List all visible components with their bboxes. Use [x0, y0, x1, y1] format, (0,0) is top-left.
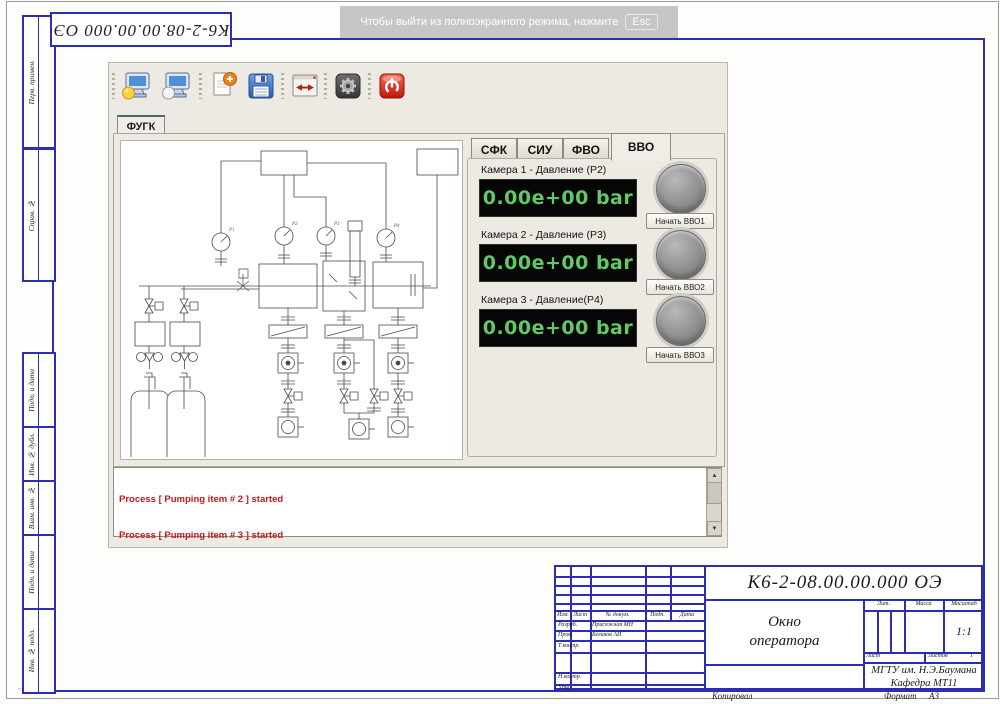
fullscreen-notice: Чтобы выйти из полноэкранного режима, на…: [340, 6, 678, 38]
tb-scale-label: Масштаб: [943, 601, 985, 607]
toolbar-gripper[interactable]: [112, 73, 115, 99]
margin-label: Взам. инв. №: [27, 486, 36, 529]
channel-3-round-button[interactable]: [656, 296, 706, 346]
start-vvo1-button[interactable]: Начать ВВО1: [646, 213, 714, 229]
top-designation-stamp: К6-2-08.00.00.000 ОЭ: [50, 12, 232, 47]
margin-box-inv-podl: Инв. № подл.: [22, 608, 56, 694]
toolbar-gripper[interactable]: [324, 73, 327, 99]
tab-siu-label: СИУ: [528, 143, 553, 157]
process-diagram: Р1 Р2 Р3 Р4: [121, 141, 460, 457]
start-vvo2-button[interactable]: Начать ВВО2: [646, 279, 714, 295]
tb-header-data: Дата: [670, 612, 704, 618]
tab-vvo[interactable]: ВВО: [611, 133, 671, 161]
tab-fugk-label: ФУГК: [127, 121, 156, 133]
tb-row-tkontr: Т.контр.: [558, 643, 580, 649]
scroll-thumb[interactable]: [707, 482, 722, 504]
tb-name-razrab: Присяжная МН: [592, 622, 633, 628]
gauge-label-p2: Р2: [291, 222, 298, 227]
kopiroval-label: Копировал: [712, 691, 752, 701]
tb-listov-label: Листов: [928, 653, 948, 659]
margin-box-inv-dubl: Инв. № дубл.: [22, 426, 56, 482]
new-document-icon[interactable]: [206, 69, 240, 103]
drawing-sheet: Чтобы выйти из полноэкранного режима, на…: [0, 0, 1000, 704]
tb-listov-value: 1: [970, 653, 973, 659]
margin-box-podp-data-2: Подп. и дата: [22, 534, 56, 610]
toolbar-gripper[interactable]: [199, 73, 202, 99]
format-label: Формат: [884, 691, 917, 701]
channel-2-round-button[interactable]: [656, 230, 706, 280]
save-icon[interactable]: [244, 69, 278, 103]
margin-label: Справ. №: [27, 199, 36, 231]
tb-doc-title-line2: оператора: [750, 632, 820, 651]
margin-box-podp-data-1: Подп. и дата: [22, 352, 56, 428]
tb-list-label: Лист: [866, 653, 880, 659]
tb-organization: МГТУ им. Н.Э.Баумана Кафедра МТ11: [863, 662, 985, 692]
scroll-up-button[interactable]: ▲: [707, 468, 722, 483]
tab-sfk-label: СФК: [481, 143, 507, 157]
tb-row-nkontr: Н.контр.: [558, 674, 581, 680]
tb-header-podp: Подп.: [645, 612, 670, 618]
tab-fvo-label: ФВО: [572, 143, 600, 157]
monitor-on-icon[interactable]: [119, 69, 153, 103]
tb-row-utv: Утв.: [558, 685, 570, 691]
margin-label: Инв. № дубл.: [27, 433, 36, 476]
log-line: Process [ Pumping item # 2 ] started: [119, 494, 283, 506]
tb-header-list: Лист: [570, 612, 590, 618]
toolbar-gripper[interactable]: [281, 73, 284, 99]
margin-box-sprav-n: Справ. №: [22, 148, 56, 282]
tb-name-prov: Беликов АИ: [592, 632, 621, 638]
esc-keycap: Esc: [625, 14, 657, 30]
operator-app-window: ФУГК: [108, 62, 728, 548]
tb-designation: К6-2-08.00.00.000 ОЭ: [705, 567, 985, 599]
process-diagram-area: Р1 Р2 Р3 Р4: [120, 140, 463, 460]
title-block: Изм. Лист № докум. Подп. Дата Разраб. Пр…: [554, 565, 983, 690]
tb-lit-label: Лит.: [863, 601, 904, 607]
tb-header-ndokum: № докум.: [590, 612, 645, 618]
margin-label: Подп. и дата: [27, 551, 36, 594]
tb-doc-title-line1: Окно: [768, 613, 801, 632]
tb-scale-value: 1:1: [943, 610, 985, 652]
margin-label: Подп. и дата: [27, 369, 36, 412]
tb-doc-title: Окно оператора: [705, 601, 864, 663]
tb-row-razrab: Разраб.: [558, 622, 577, 628]
tab-vvo-label: ВВО: [628, 140, 654, 154]
log-scrollbar[interactable]: ▲ ▼: [706, 468, 721, 536]
format-value: А3: [929, 691, 939, 701]
fullscreen-notice-text: Чтобы выйти из полноэкранного режима, на…: [360, 16, 618, 28]
tb-org-line2: Кафедра МТ11: [891, 677, 958, 690]
gauge-label-p4: Р4: [393, 224, 400, 229]
toolbar-gripper[interactable]: [368, 73, 371, 99]
fullscreen-icon[interactable]: [288, 69, 322, 103]
log-box: Process [ Pumping item # 2 ] started Pro…: [113, 467, 722, 537]
channel-1-round-button[interactable]: [656, 164, 706, 214]
power-icon[interactable]: [375, 69, 409, 103]
log-line: Process [ Pumping item # 3 ] started: [119, 530, 283, 542]
tb-row-prov: Пров.: [558, 632, 572, 638]
settings-gear-icon[interactable]: [331, 69, 365, 103]
top-designation-text: К6-2-08.00.00.000 ОЭ: [53, 20, 230, 40]
margin-box-vzam-inv: Взам. инв. №: [22, 480, 56, 536]
channel-1-display: 0.00e+00 bar: [479, 179, 637, 217]
margin-label: Перв. примен.: [27, 60, 36, 104]
tb-header-izm: Изм.: [556, 612, 570, 618]
tb-massa-label: Масса: [904, 601, 943, 607]
start-vvo3-button[interactable]: Начать ВВО3: [646, 347, 714, 363]
channel-3-display: 0.00e+00 bar: [479, 309, 637, 347]
margin-label: Инв. № подл.: [27, 629, 36, 672]
tb-org-line1: МГТУ им. Н.Э.Баумана: [871, 664, 976, 677]
monitor-off-icon[interactable]: [159, 69, 193, 103]
scroll-down-button[interactable]: ▼: [707, 521, 722, 536]
gauge-label-p3: Р3: [333, 222, 340, 227]
gauge-label-p1: Р1: [228, 228, 235, 233]
channel-2-display: 0.00e+00 bar: [479, 244, 637, 282]
